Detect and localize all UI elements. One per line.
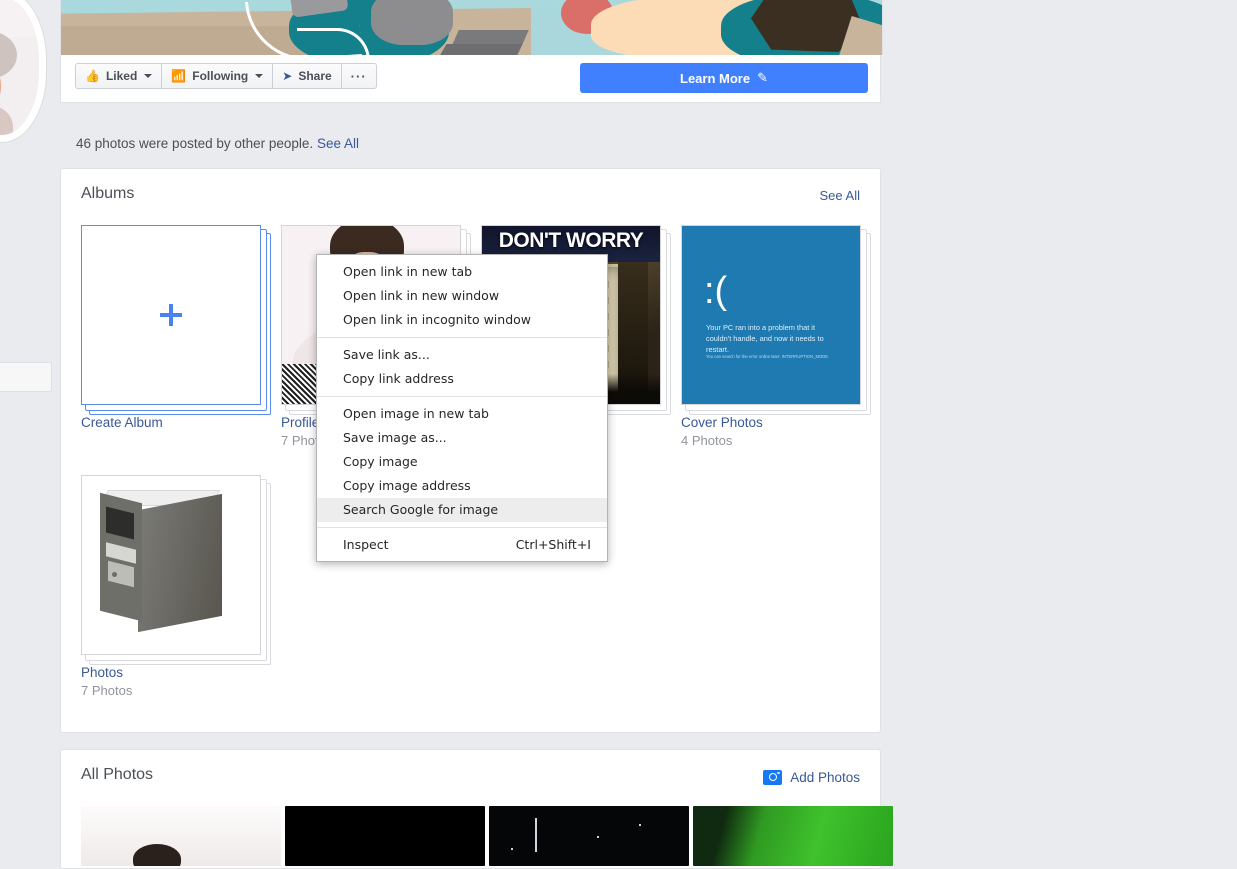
avatar-image [0,0,39,135]
albums-see-all-link[interactable]: See All [820,188,860,203]
following-button[interactable]: 📶 Following [162,64,274,88]
chevron-down-icon [255,74,264,78]
context-menu-item-label: Copy image address [343,478,471,493]
cover-photo[interactable] [60,0,883,55]
pencil-icon: ✎ [757,70,768,85]
context-menu-item-search-google-for-image[interactable]: Search Google for image [317,498,607,522]
album-photo-count: 7 Photos [81,683,133,698]
more-options-button[interactable]: ··· [341,64,376,88]
all-photos-title: All Photos [81,766,154,783]
share-button-label: Share [298,69,332,83]
all-photos-card: All Photos Add Photos [60,749,893,869]
context-menu-item-save-link-as[interactable]: Save link as... [317,343,607,367]
avatar-wrapper: + [0,0,50,170]
avatar-hair-shape [0,31,17,79]
context-menu-item-label: Copy image [343,454,418,469]
context-menu-separator [317,527,607,528]
context-menu-item-shortcut: Ctrl+Shift+I [515,537,591,552]
posted-by-others-text: 46 photos were posted by other people. [76,136,314,151]
context-menu-item-open-link-new-window[interactable]: Open link in new window [317,284,607,308]
context-menu-item-open-link-incognito[interactable]: Open link in incognito window [317,308,607,332]
camera-icon [763,770,783,785]
left-rail: + [0,0,60,824]
all-photos-card-header: All Photos Add Photos [61,750,880,802]
avatar-body-shape [0,105,13,135]
left-partial-card [0,362,52,392]
album-name-link[interactable]: Cover Photos [681,415,881,430]
bsod-sad-face-icon: :( [704,270,728,312]
share-button[interactable]: ➤ Share [273,64,342,88]
learn-more-button[interactable]: Learn More ✎ [580,63,868,93]
cover-gray-shape-1 [371,0,453,45]
album-thumbnail[interactable]: :( Your PC ran into a problem that it co… [681,225,861,405]
dw-title-text: DON'T WORRY [498,229,644,252]
album-name-link[interactable]: Photos [81,665,281,680]
album-create: Create Album [81,225,281,430]
album-thumbnail[interactable] [81,475,261,655]
photo-thumbnail[interactable] [81,806,281,866]
context-menu-item-copy-image[interactable]: Copy image [317,450,607,474]
add-photos-button[interactable]: Add Photos [763,770,860,785]
album-thumb-stack [81,475,271,665]
context-menu-item-label: Copy link address [343,371,454,386]
context-menu-item-label: Open link in new window [343,288,500,303]
posted-see-all-link[interactable]: See All [317,136,359,151]
avatar-bg [0,0,39,37]
posted-by-others-notice: 46 photos were posted by other people. S… [76,136,359,151]
album-cover-photos: :( Your PC ran into a problem that it co… [681,225,881,448]
context-menu-item-copy-link-address[interactable]: Copy link address [317,367,607,391]
bsod-message-secondary: You can search for the error online late… [706,354,829,359]
bsod-thumb-art: :( Your PC ran into a problem that it co… [682,226,860,404]
context-menu-item-label: Save link as... [343,347,430,362]
pc-tower-thumb-art [82,476,260,654]
all-photos-strip [81,806,893,866]
liked-button[interactable]: 👍 Liked [76,64,163,88]
rss-icon: 📶 [171,69,187,83]
create-album-tile[interactable] [81,225,261,405]
chevron-down-icon [144,74,153,78]
pc-power-led-shape [112,572,117,577]
context-menu-separator [317,396,607,397]
context-menu-separator [317,337,607,338]
context-menu-item-label: Save image as... [343,430,447,445]
cover-laptop-base-shape [439,44,523,55]
context-menu-item-copy-image-address[interactable]: Copy image address [317,474,607,498]
album-thumb-stack: :( Your PC ran into a problem that it co… [681,225,871,415]
album-thumb-stack [81,225,271,415]
facebook-page-photos: + 👍 Liked [0,0,1237,869]
ellipsis-icon: ··· [350,68,367,84]
following-button-label: Following [192,69,249,83]
page-action-bar: 👍 Liked 📶 Following ➤ Share ··· Learn Mo… [60,55,881,103]
browser-context-menu[interactable]: Open link in new tab Open link in new wi… [316,254,608,562]
main-column: 👍 Liked 📶 Following ➤ Share ··· Learn Mo… [60,0,883,103]
context-menu-item-open-link-new-tab[interactable]: Open link in new tab [317,260,607,284]
context-menu-item-open-image-new-tab[interactable]: Open image in new tab [317,402,607,426]
context-menu-item-label: Inspect [343,537,389,552]
context-menu-item-save-image-as[interactable]: Save image as... [317,426,607,450]
albums-title: Albums [81,185,135,202]
album-name-link[interactable]: Create Album [81,415,281,430]
photo-thumbnail[interactable] [285,806,485,866]
thumbs-up-icon: 👍 [85,69,100,83]
context-menu-item-inspect[interactable]: Inspect Ctrl+Shift+I [317,533,607,557]
liked-button-label: Liked [105,69,138,83]
plus-icon [160,304,182,326]
page-action-button-group: 👍 Liked 📶 Following ➤ Share ··· [75,63,377,89]
context-menu-item-label: Search Google for image [343,502,499,517]
pc-front-shape [138,493,222,633]
avatar[interactable] [0,0,46,142]
photo-thumbnail[interactable] [489,806,689,866]
photo-thumbnail[interactable] [693,806,893,866]
learn-more-label: Learn More [680,70,751,86]
bsod-message-primary: Your PC ran into a problem that it could… [706,323,824,355]
share-arrow-icon: ➤ [282,69,293,83]
context-menu-item-label: Open link in incognito window [343,312,532,327]
context-menu-item-label: Open image in new tab [343,406,489,421]
context-menu-item-label: Open link in new tab [343,264,473,279]
add-photos-label: Add Photos [790,770,860,785]
albums-card-header: Albums See All [61,169,880,221]
album-photos: Photos 7 Photos [81,475,281,698]
album-photo-count: 4 Photos [681,433,733,448]
